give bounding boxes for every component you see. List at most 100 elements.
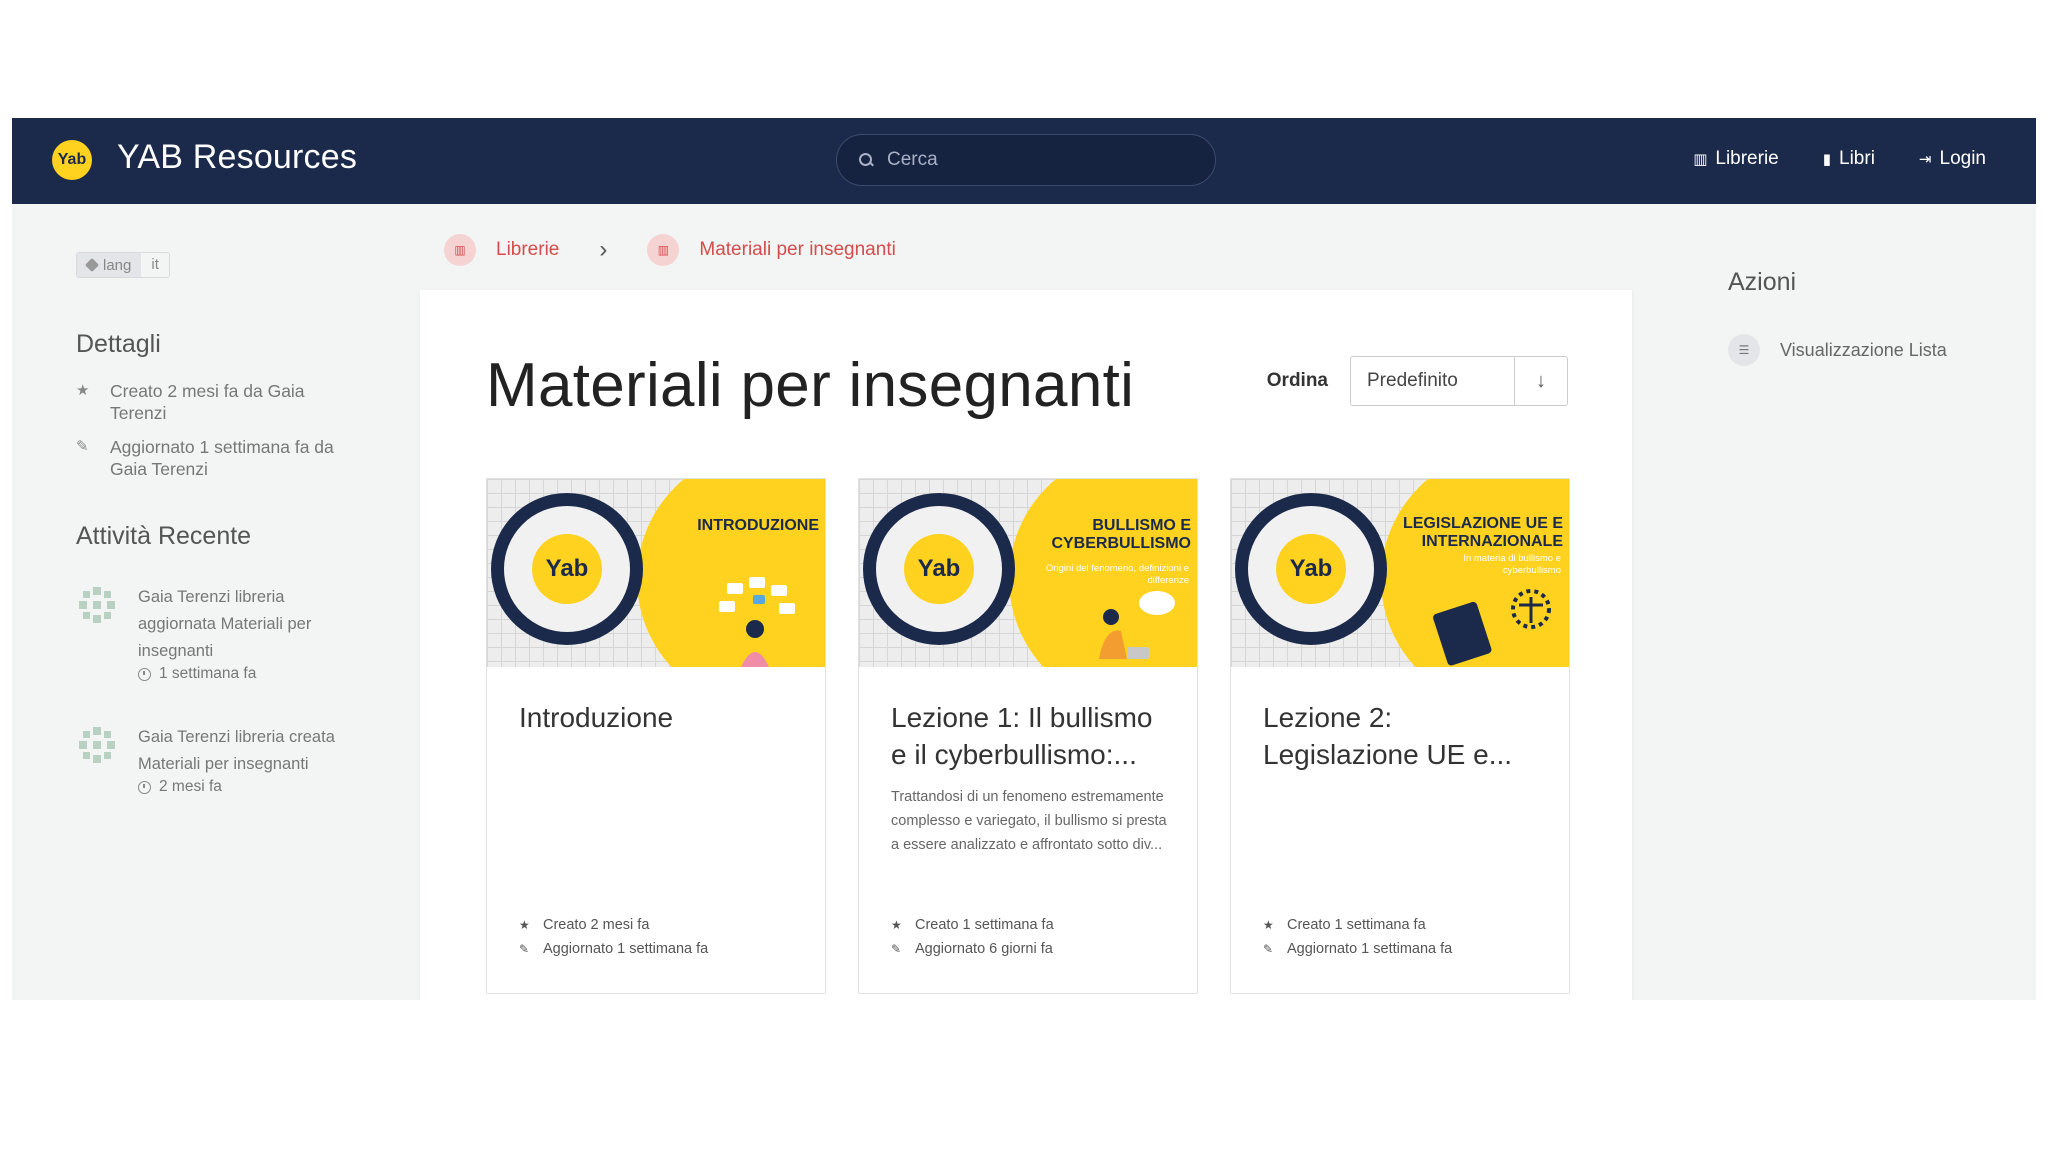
book-title[interactable]: Lezione 1: Il bullismo e il cyberbullism… — [891, 699, 1171, 773]
cover-subtitle: In materia di bullismo e cyberbullismo — [1463, 553, 1561, 576]
library-icon: ▥ — [647, 234, 680, 266]
search-input[interactable] — [887, 149, 1187, 171]
chevron-right-icon: › — [599, 236, 608, 263]
details-updated-text: Aggiornato 1 settimana fa da Gaia Terenz… — [110, 437, 334, 479]
book-cover: Yab LEGISLAZIONE UE E INTERNAZIONALE In … — [1231, 479, 1569, 667]
pencil-icon: ✎ — [519, 942, 530, 956]
book-created-text: Creato 2 mesi fa — [543, 917, 650, 933]
book-updated: ✎ Aggiornato 1 settimana fa — [519, 941, 708, 957]
book-title[interactable]: Introduzione — [519, 699, 799, 736]
cover-title: INTRODUZIONE — [697, 517, 819, 534]
book-cover: Yab INTRODUZIONE — [487, 479, 825, 667]
book-updated-text: Aggiornato 1 settimana fa — [543, 941, 709, 957]
ring-logo-text: Yab — [1276, 534, 1346, 604]
top-bar: Yab YAB Resources ▥ Librerie ▮ Libri ⇥ L… — [12, 118, 2036, 204]
star-icon: ★ — [76, 382, 90, 399]
yab-ring-logo: Yab — [1235, 493, 1387, 645]
pencil-icon: ✎ — [1263, 942, 1274, 956]
tag-icon — [84, 257, 100, 273]
cover-subtitle: Origini del fenomeno, definizioni e diff… — [1045, 563, 1189, 586]
nav-librerie[interactable]: ▥ Librerie — [1693, 148, 1779, 170]
actions-heading: Azioni — [1728, 268, 1797, 296]
details-created: ★ Creato 2 mesi fa da Gaia Terenzi — [76, 380, 336, 424]
main-content: Materiali per insegnanti Ordina Predefin… — [420, 290, 1632, 1000]
pencil-icon: ✎ — [76, 438, 89, 455]
yab-logo[interactable]: Yab — [52, 140, 92, 180]
book-created: ★ Creato 1 settimana fa — [891, 917, 1054, 933]
tag-key: lang — [77, 253, 142, 277]
yab-ring-logo: Yab — [863, 493, 1015, 645]
book-created-text: Creato 1 settimana fa — [915, 917, 1054, 933]
app-title[interactable]: YAB Resources — [117, 138, 357, 177]
nav-libri-label: Libri — [1839, 148, 1875, 169]
lang-tag[interactable]: lang it — [76, 252, 170, 278]
star-icon: ★ — [1263, 918, 1274, 932]
sort-select[interactable]: Predefinito — [1350, 356, 1514, 406]
activity-time-text: 1 settimana fa — [159, 665, 257, 682]
activity-heading: Attività Recente — [76, 522, 252, 550]
book-updated-text: Aggiornato 6 giorni fa — [915, 941, 1053, 957]
search-icon — [859, 153, 873, 167]
book-cover: Yab BULLISMO E CYBERBULLISMO Origini del… — [859, 479, 1197, 667]
book-title[interactable]: Lezione 2: Legislazione UE e... — [1263, 699, 1543, 773]
details-created-text: Creato 2 mesi fa da Gaia Terenzi — [110, 381, 305, 423]
activity-time: 2 mesi fa — [138, 778, 356, 796]
book-created-text: Creato 1 settimana fa — [1287, 917, 1426, 933]
nav-login-label: Login — [1939, 148, 1987, 169]
ring-logo-text: Yab — [532, 534, 602, 604]
book-created: ★ Creato 1 settimana fa — [1263, 917, 1426, 933]
activity-body: Gaia Terenzi libreria creata Materiali p… — [138, 724, 356, 796]
clock-icon — [138, 780, 151, 794]
library-icon: ▥ — [444, 234, 476, 266]
law-book-illustration — [1433, 589, 1551, 666]
tag-value: it — [141, 253, 169, 277]
book-updated-text: Aggiornato 1 settimana fa — [1287, 941, 1453, 957]
login-icon: ⇥ — [1918, 151, 1932, 168]
star-icon: ★ — [519, 918, 530, 932]
libraries-icon: ▥ — [1693, 151, 1708, 168]
clock-icon — [138, 667, 151, 681]
book-card[interactable]: Yab INTRODUZIONE Introduzione ★ Creato 2… — [486, 478, 826, 994]
list-view-label: Visualizzazione Lista — [1780, 339, 1947, 360]
activity-item: Gaia Terenzi libreria aggiornata Materia… — [76, 584, 356, 683]
book-created: ★ Creato 2 mesi fa — [519, 917, 649, 933]
person-laptop-illustration — [1099, 591, 1175, 659]
page-title: Materiali per insegnanti — [486, 351, 1135, 420]
app-window: Yab YAB Resources ▥ Librerie ▮ Libri ⇥ L… — [12, 118, 2036, 1000]
details-updated: ✎ Aggiornato 1 settimana fa da Gaia Tere… — [76, 436, 336, 480]
top-nav: ▥ Librerie ▮ Libri ⇥ Login — [1693, 148, 1986, 170]
tag-key-label: lang — [103, 256, 132, 274]
activity-time: 1 settimana fa — [138, 665, 356, 683]
sort-direction-button[interactable]: ↓ — [1514, 356, 1568, 406]
book-updated: ✎ Aggiornato 1 settimana fa — [1263, 941, 1452, 957]
list-icon: ☰ — [1728, 334, 1760, 366]
cover-title: LEGISLAZIONE UE E INTERNAZIONALE — [1402, 515, 1563, 550]
activity-text: Gaia Terenzi libreria aggiornata Materia… — [138, 588, 312, 660]
breadcrumb: ▥ Librerie › ▥ Materiali per insegnanti — [444, 234, 896, 266]
details-heading: Dettagli — [76, 330, 161, 358]
activity-item: Gaia Terenzi libreria creata Materiali p… — [76, 724, 356, 796]
chat-bubbles-illustration — [719, 577, 795, 667]
user-avatar — [76, 724, 118, 766]
book-card[interactable]: Yab LEGISLAZIONE UE E INTERNAZIONALE In … — [1230, 478, 1570, 994]
nav-librerie-label: Librerie — [1715, 148, 1779, 169]
book-card[interactable]: Yab BULLISMO E CYBERBULLISMO Origini del… — [858, 478, 1198, 994]
activity-body: Gaia Terenzi libreria aggiornata Materia… — [138, 584, 356, 683]
breadcrumb-current[interactable]: Materiali per insegnanti — [699, 239, 895, 261]
list-view-action[interactable]: ☰ Visualizzazione Lista — [1728, 334, 1947, 366]
star-icon: ★ — [891, 918, 902, 932]
sort-label: Ordina — [1266, 370, 1328, 391]
nav-libri[interactable]: ▮ Libri — [1823, 148, 1875, 170]
ring-logo-text: Yab — [904, 534, 974, 604]
sort-control: Ordina Predefinito ↓ — [1267, 356, 1568, 406]
cover-title: BULLISMO E CYBERBULLISMO — [1051, 517, 1191, 552]
activity-text: Gaia Terenzi libreria creata Materiali p… — [138, 728, 335, 773]
books-icon: ▮ — [1822, 151, 1832, 168]
search-bar[interactable] — [836, 134, 1216, 186]
book-description: Trattandosi di un fenomeno estremamente … — [891, 789, 1167, 853]
yab-ring-logo: Yab — [491, 493, 643, 645]
user-avatar — [76, 584, 118, 626]
breadcrumb-librerie[interactable]: Librerie — [496, 239, 559, 261]
pencil-icon: ✎ — [891, 942, 902, 956]
nav-login[interactable]: ⇥ Login — [1919, 148, 1986, 170]
